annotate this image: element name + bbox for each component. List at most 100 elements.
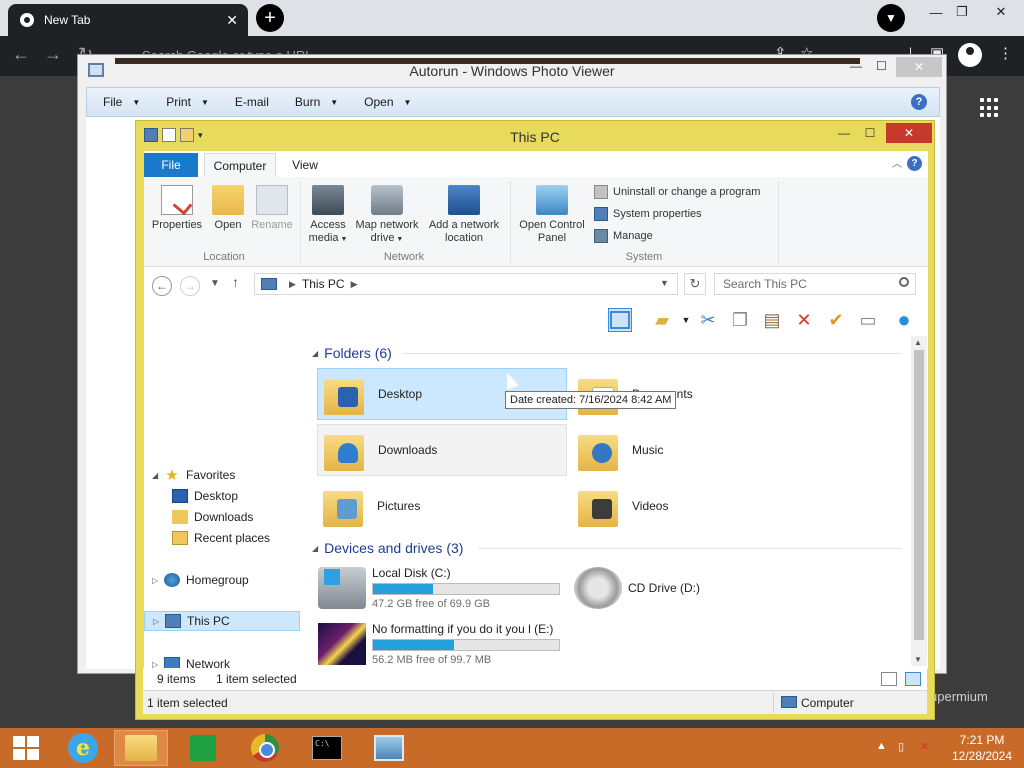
folder-pictures[interactable]: Pictures (317, 480, 567, 532)
show-hidden-icons-icon[interactable]: ▲ (876, 740, 887, 752)
taskbar-photo-viewer[interactable] (362, 730, 416, 766)
nav-item-downloads[interactable]: Downloads (172, 507, 253, 527)
menu-dots-icon[interactable]: ⋮ (998, 44, 1013, 62)
nav-item-desktop[interactable]: Desktop (172, 486, 238, 506)
close-tab-icon[interactable]: ✕ (226, 12, 238, 29)
folder-downloads-label: Downloads (378, 443, 438, 457)
tab-file[interactable]: File (144, 153, 198, 177)
rename-icon[interactable]: ▭ (856, 308, 880, 332)
map-network-drive-button[interactable]: Map network drive ▼ (352, 185, 422, 246)
help-icon[interactable]: ? (911, 94, 927, 110)
network-tray-icon[interactable]: ▯ (898, 740, 904, 753)
help-bubble-icon[interactable]: ● (892, 307, 916, 332)
drives-section-header[interactable]: ◢ Devices and drives (3) (312, 540, 463, 556)
cut-icon[interactable]: ✂ (696, 308, 720, 332)
system-properties-button[interactable]: System properties (594, 207, 702, 221)
explorer-maximize-button[interactable]: ☐ (856, 123, 884, 143)
vertical-scrollbar[interactable]: ▲ ▼ (911, 336, 927, 666)
scroll-down-icon[interactable]: ▼ (914, 655, 922, 664)
forward-arrow-icon[interactable]: → (44, 44, 62, 65)
help-icon[interactable]: ? (907, 156, 922, 171)
back-arrow-icon[interactable]: ← (12, 44, 30, 65)
menu-email[interactable]: E-mail (235, 95, 269, 109)
scroll-up-icon[interactable]: ▲ (914, 338, 922, 347)
access-media-button[interactable]: Access media ▼ (306, 185, 350, 246)
preview-pane-button[interactable] (608, 308, 632, 332)
breadcrumb-this-pc[interactable]: This PC (302, 277, 345, 291)
menu-file[interactable]: File ▼ (103, 95, 140, 109)
folder-downloads[interactable]: Downloads (317, 424, 567, 476)
apps-grid-icon[interactable] (980, 98, 1000, 118)
address-bar[interactable]: ▶ This PC ▶ (254, 273, 678, 295)
properties-button[interactable]: Properties (150, 185, 204, 232)
breadcrumb-separator-icon[interactable]: ▶ (289, 279, 296, 290)
menu-burn[interactable]: Burn ▼ (295, 95, 338, 109)
rename-button[interactable]: Rename (250, 185, 294, 232)
taskbar-command-prompt[interactable]: C:\ (300, 730, 354, 766)
collapse-arrow-icon[interactable]: ◢ (312, 349, 318, 358)
nav-item-homegroup[interactable]: ▷ Homegroup (152, 570, 249, 590)
nav-item-this-pc[interactable]: ▷ This PC (144, 611, 300, 631)
checkmark-icon[interactable]: ✔ (824, 308, 848, 332)
tab-computer[interactable]: Computer (204, 153, 276, 177)
menu-open[interactable]: Open ▼ (364, 95, 411, 109)
explorer-minimize-button[interactable]: — (830, 123, 858, 143)
photo-viewer-close-button[interactable]: ✕ (896, 57, 942, 77)
start-button[interactable] (0, 730, 54, 766)
scrollbar-thumb[interactable] (914, 350, 924, 640)
copy-icon[interactable]: ❐ (728, 308, 752, 332)
address-dropdown-icon[interactable]: ▼ (660, 278, 669, 288)
new-folder-icon[interactable]: ▰ (650, 308, 674, 332)
expand-arrow-icon[interactable]: ▷ (152, 576, 160, 585)
expand-arrow-icon[interactable]: ◢ (152, 471, 160, 480)
open-label: Open (214, 219, 242, 231)
tab-search-button[interactable]: ▼ (877, 4, 905, 32)
folders-section-header[interactable]: ◢ Folders (6) (312, 345, 392, 361)
nav-item-recent-places[interactable]: Recent places (172, 528, 270, 548)
taskbar-internet-explorer[interactable]: e (56, 730, 110, 766)
add-network-location-button[interactable]: Add a network location (424, 185, 504, 245)
browser-close-button[interactable]: ✕ (978, 0, 1024, 24)
delete-icon[interactable]: ✕ (792, 308, 816, 332)
profile-avatar[interactable] (958, 43, 982, 67)
tab-view[interactable]: View (284, 153, 326, 177)
taskbar-clock[interactable]: 7:21 PM 12/28/2024 (944, 732, 1020, 764)
browser-tab[interactable]: New Tab ✕ (8, 4, 248, 36)
collapse-arrow-icon[interactable]: ◢ (312, 544, 318, 553)
back-button[interactable]: ← (152, 276, 172, 296)
details-view-icon[interactable] (881, 672, 897, 686)
open-control-panel-button[interactable]: Open Control Panel (516, 185, 588, 245)
refresh-button[interactable]: ↻ (684, 273, 706, 295)
photo-viewer-maximize-button[interactable]: ☐ (876, 59, 887, 73)
uninstall-label: Uninstall or change a program (613, 186, 761, 198)
folder-videos[interactable]: Videos (572, 480, 822, 532)
drive-e[interactable]: No formatting if you do it you l (E:) 56… (318, 618, 568, 670)
drive-c[interactable]: Local Disk (C:) 47.2 GB free of 69.9 GB (318, 562, 568, 614)
folder-music[interactable]: Music (572, 424, 822, 476)
paste-icon[interactable]: ▤ (760, 308, 784, 332)
large-icons-view-icon[interactable] (905, 672, 921, 686)
menu-print[interactable]: Print ▼ (166, 95, 209, 109)
manage-button[interactable]: Manage (594, 229, 653, 243)
volume-muted-icon[interactable]: ✕ (920, 740, 929, 753)
new-tab-button[interactable]: + (256, 4, 284, 32)
control-panel-label-2: Panel (537, 232, 567, 244)
expand-arrow-icon[interactable]: ▷ (153, 617, 161, 626)
recent-locations-icon[interactable]: ▼ (210, 278, 220, 289)
browser-restore-button[interactable]: ❐ (950, 0, 974, 24)
nav-item-favorites[interactable]: ◢ ★ Favorites (152, 465, 235, 485)
chevron-down-icon[interactable]: ▼ (674, 308, 698, 332)
taskbar-store[interactable] (176, 730, 230, 766)
uninstall-program-button[interactable]: Uninstall or change a program (594, 185, 760, 199)
collapse-ribbon-icon[interactable]: ︿ (892, 155, 902, 170)
search-input[interactable]: Search This PC (714, 273, 916, 295)
drive-d[interactable]: CD Drive (D:) (574, 562, 824, 614)
forward-button[interactable]: → (180, 276, 200, 296)
up-arrow-icon[interactable]: ↑ (232, 274, 239, 290)
open-button[interactable]: Open (208, 185, 248, 232)
taskbar-chrome[interactable] (238, 730, 292, 766)
explorer-close-button[interactable]: ✕ (886, 123, 932, 143)
taskbar-file-explorer[interactable] (114, 730, 168, 766)
breadcrumb-separator-icon[interactable]: ▶ (351, 279, 358, 290)
browser-minimize-button[interactable]: — (924, 0, 948, 24)
